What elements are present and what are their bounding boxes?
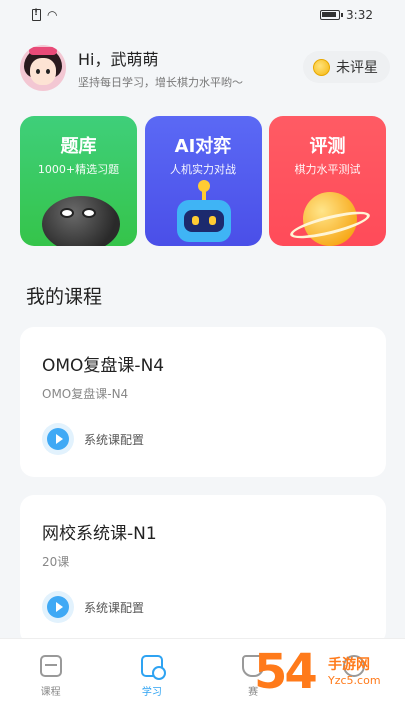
card-title: 题库 — [60, 136, 97, 157]
study-icon — [140, 655, 166, 680]
rating-badge-label: 未评星 — [336, 60, 378, 76]
assessment-card[interactable]: 评测 棋力水平测试 — [269, 116, 386, 246]
card-title: AI对弈 — [174, 136, 232, 157]
card-subtitle: 1000+精选习题 — [37, 163, 120, 176]
course-card[interactable]: 网校系统课-N1 20课 系统课配置 — [20, 495, 386, 645]
ai-match-card[interactable]: AI对弈 人机实力对战 — [144, 116, 262, 246]
greeting-subtitle: 坚持每日学习，增长棋力水平哟～ — [78, 76, 243, 89]
go-stone-icon — [42, 196, 120, 246]
watermark-brand: 手游网 — [328, 657, 370, 673]
status-bar: ◠ 3:32 — [0, 0, 405, 30]
tab-study[interactable]: 学习 — [112, 655, 192, 720]
course-config-label: 系统课配置 — [84, 432, 145, 447]
sim-alert-icon — [32, 8, 41, 21]
course-title: 网校系统课-N1 — [42, 524, 157, 544]
course-subtitle: OMO复盘课-N4 — [42, 387, 129, 401]
course-title: OMO复盘课-N4 — [42, 356, 165, 376]
card-subtitle: 棋力水平测试 — [294, 163, 361, 176]
course-config[interactable]: 系统课配置 — [42, 591, 144, 623]
greeting-text: Hi，武萌萌 — [78, 50, 159, 69]
card-title: 评测 — [309, 136, 346, 157]
tab-courses[interactable]: 课程 — [11, 655, 91, 720]
avatar[interactable] — [20, 45, 66, 91]
battery-icon — [320, 10, 344, 20]
course-config[interactable]: 系统课配置 — [42, 423, 144, 455]
status-time: 3:32 — [346, 8, 373, 22]
star-icon — [313, 58, 330, 76]
course-card[interactable]: OMO复盘课-N4 OMO复盘课-N4 系统课配置 — [20, 327, 386, 477]
feature-cards: 题库 1000+精选习题 AI对弈 人机实力对战 评测 棋力水平测试 — [20, 116, 386, 246]
watermark-number: 54 — [254, 644, 318, 700]
book-icon — [39, 655, 62, 677]
question-bank-card[interactable]: 题库 1000+精选习题 — [20, 116, 137, 246]
tab-label: 课程 — [40, 687, 61, 698]
wifi-icon: ◠ — [47, 8, 58, 22]
section-title: 我的课程 — [26, 286, 103, 308]
course-subtitle: 20课 — [42, 555, 70, 569]
tab-label: 学习 — [141, 687, 162, 698]
profile-header: Hi，武萌萌 坚持每日学习，增长棋力水平哟～ 未评星 — [20, 44, 390, 92]
watermark-logo: 54 手游网 Yzc5.com — [250, 640, 405, 720]
watermark-url: Yzc5.com — [328, 674, 381, 687]
rating-badge[interactable]: 未评星 — [303, 51, 390, 83]
play-icon — [42, 591, 74, 623]
course-config-label: 系统课配置 — [84, 600, 145, 615]
card-subtitle: 人机实力对战 — [170, 163, 236, 176]
play-icon — [42, 423, 74, 455]
